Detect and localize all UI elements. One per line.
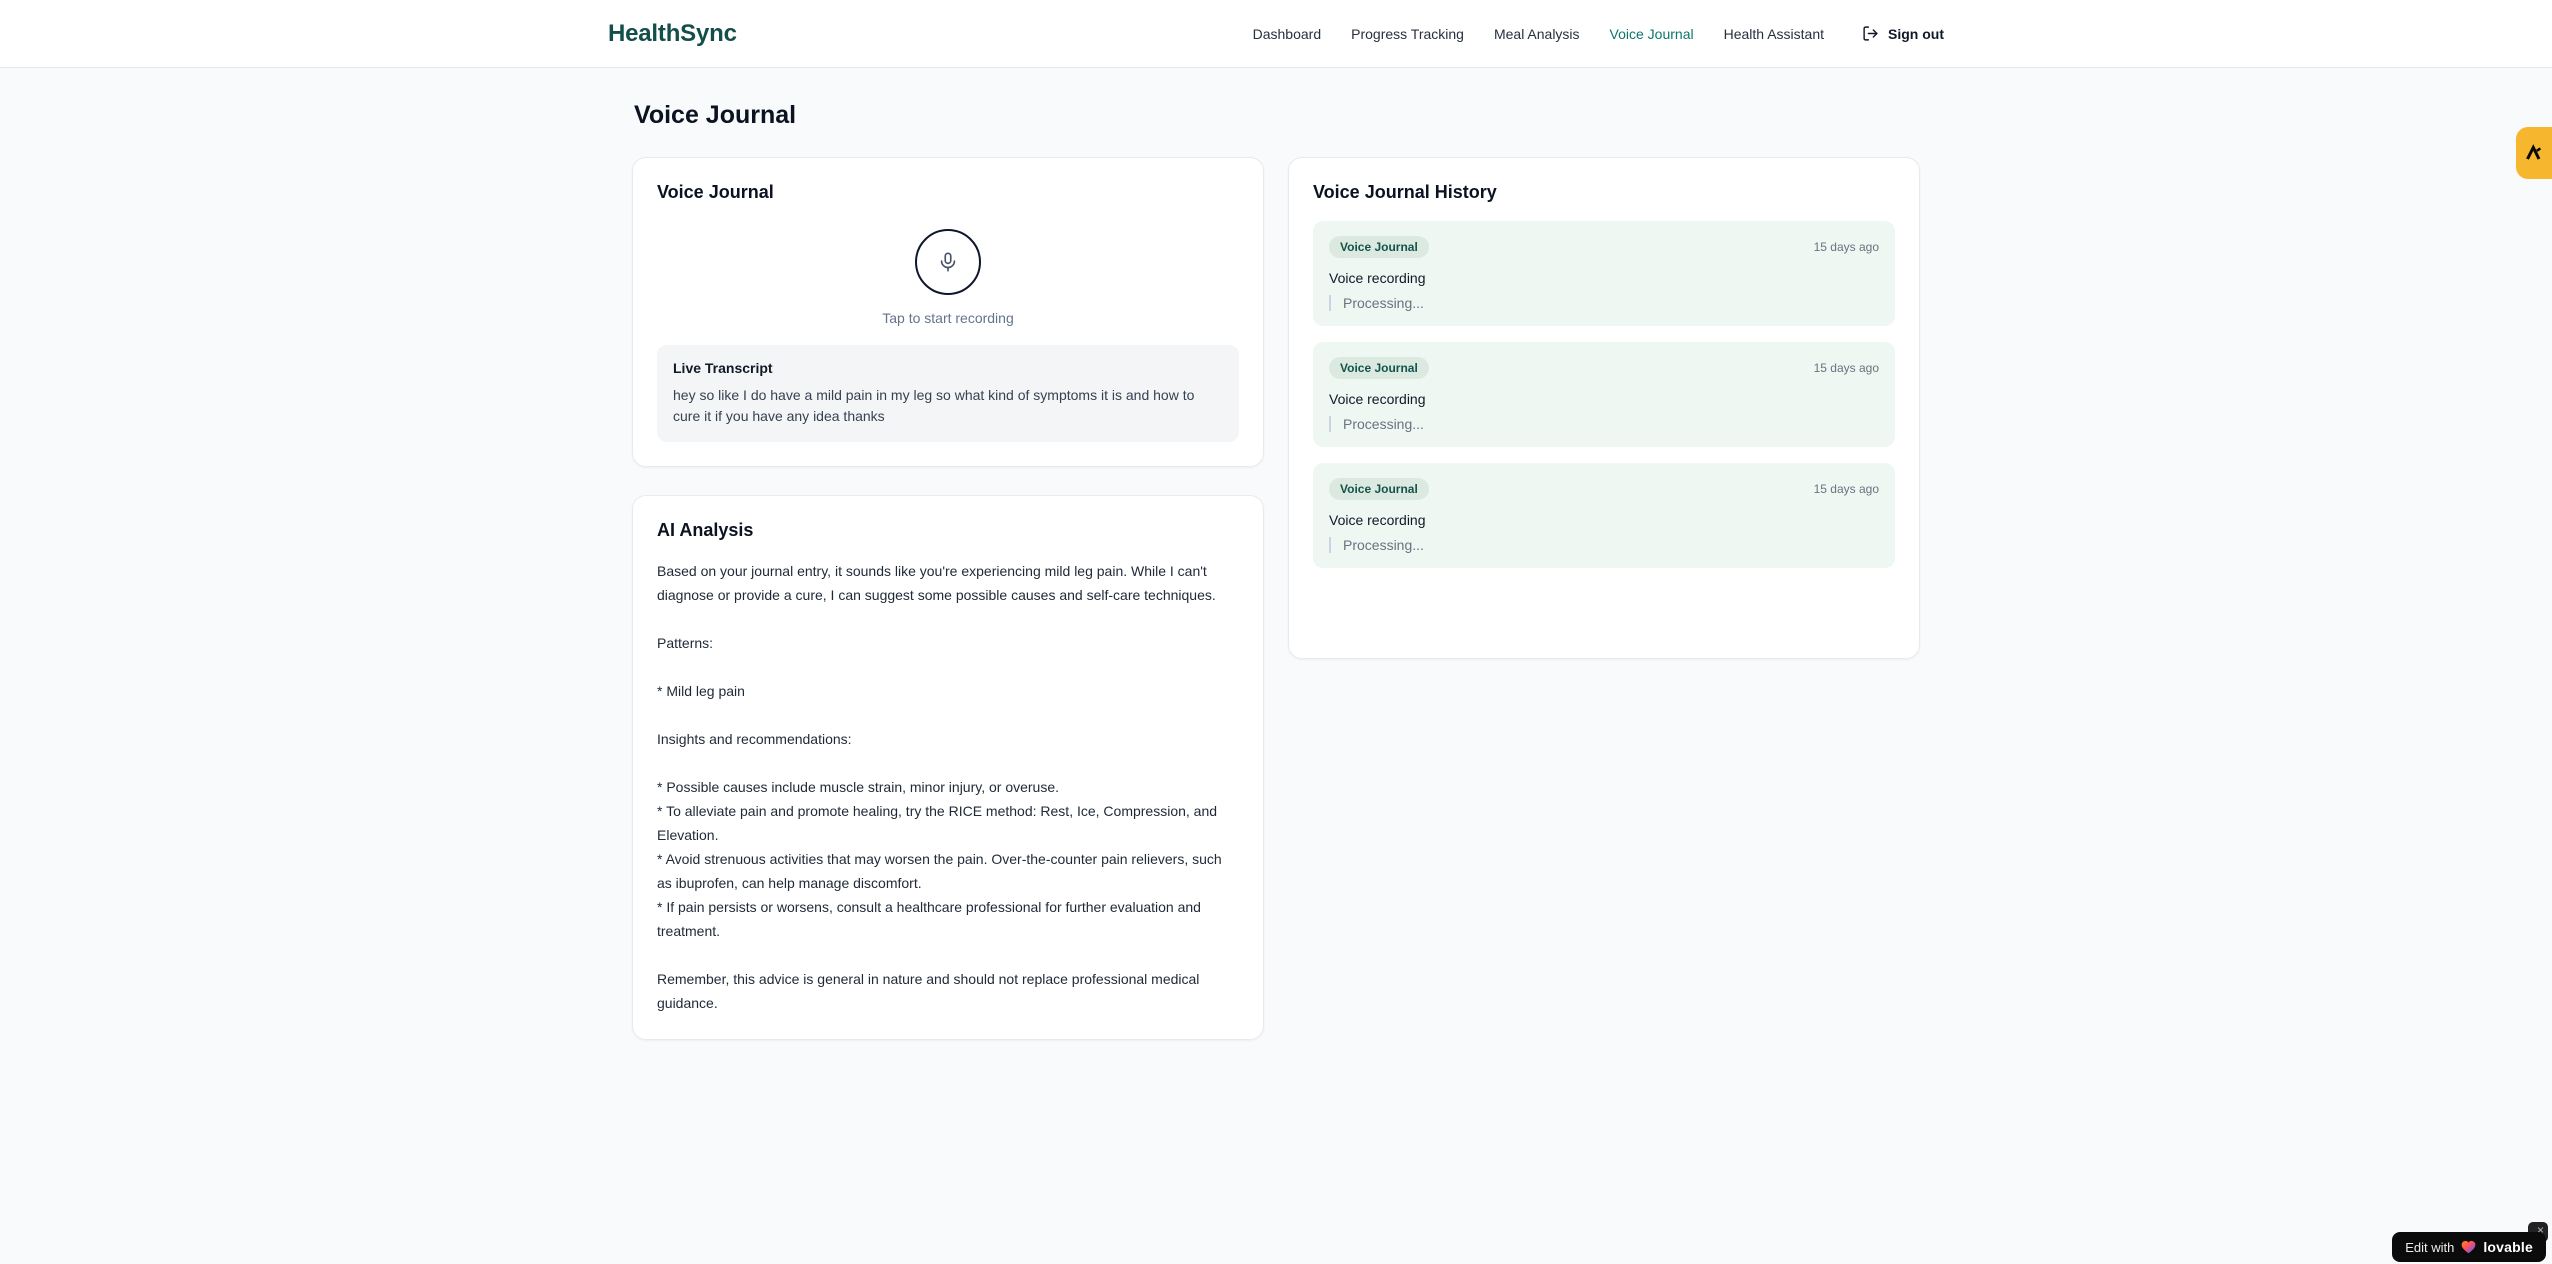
live-transcript-box: Live Transcript hey so like I do have a … [657,345,1239,442]
main-content: Voice Journal Voice Journal Tap to start… [632,68,1920,1040]
entry-status: Processing... [1329,416,1879,432]
voice-journal-history-card: Voice Journal History Voice Journal 15 d… [1288,157,1920,659]
lovable-brand-label: lovable [2483,1239,2533,1255]
entry-status: Processing... [1329,537,1879,553]
entry-type-badge: Voice Journal [1329,478,1429,500]
live-transcript-text: hey so like I do have a mild pain in my … [673,387,1195,424]
history-entry: Voice Journal 15 days ago Voice recordin… [1313,221,1895,326]
ai-analysis-title: AI Analysis [657,520,754,540]
entry-timestamp: 15 days ago [1813,240,1879,254]
edge-widget-button[interactable] [2516,127,2552,179]
heart-icon [2461,1240,2476,1254]
sign-out-button[interactable]: Sign out [1862,25,1944,42]
entry-type-badge: Voice Journal [1329,236,1429,258]
widget-logo-icon [2524,143,2544,163]
edit-with-lovable-badge[interactable]: Edit with lovable [2392,1232,2546,1262]
tap-to-record-hint: Tap to start recording [882,310,1014,326]
record-button[interactable] [915,229,981,295]
recorder-card-title: Voice Journal [657,182,774,202]
app-logo[interactable]: HealthSync [608,20,737,48]
entry-status: Processing... [1329,295,1879,311]
page-title: Voice Journal [634,101,797,129]
logout-icon [1862,25,1879,42]
entry-timestamp: 15 days ago [1813,361,1879,375]
entry-label: Voice recording [1329,512,1426,528]
entry-label: Voice recording [1329,391,1426,407]
history-entry: Voice Journal 15 days ago Voice recordin… [1313,463,1895,568]
history-card-title: Voice Journal History [1313,182,1497,202]
nav-item-dashboard[interactable]: Dashboard [1253,26,1322,42]
nav-item-voice-journal[interactable]: Voice Journal [1610,26,1694,42]
nav-item-health-assistant[interactable]: Health Assistant [1724,26,1824,42]
main-nav: Dashboard Progress Tracking Meal Analysi… [1253,25,1944,42]
top-navbar: HealthSync Dashboard Progress Tracking M… [0,0,2552,68]
ai-analysis-text: Based on your journal entry, it sounds l… [657,563,1222,1011]
sign-out-label: Sign out [1888,25,1944,42]
history-entry: Voice Journal 15 days ago Voice recordin… [1313,342,1895,447]
microphone-icon [937,251,959,273]
nav-item-progress-tracking[interactable]: Progress Tracking [1351,26,1464,42]
ai-analysis-card: AI Analysis Based on your journal entry,… [632,495,1264,1040]
nav-item-meal-analysis[interactable]: Meal Analysis [1494,26,1580,42]
voice-recorder-card: Voice Journal Tap to start recording Liv… [632,157,1264,467]
edit-with-label: Edit with [2405,1239,2455,1255]
entry-label: Voice recording [1329,270,1426,286]
entry-timestamp: 15 days ago [1813,482,1879,496]
live-transcript-title: Live Transcript [673,360,773,376]
entry-type-badge: Voice Journal [1329,357,1429,379]
